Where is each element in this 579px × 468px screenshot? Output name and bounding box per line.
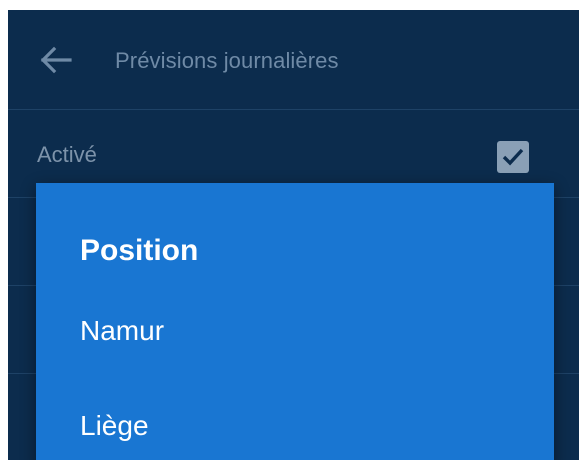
enabled-label: Activé [37,142,97,167]
arrow-left-icon[interactable] [40,46,72,74]
option-namur[interactable]: Namur [36,303,554,363]
app-bar: Prévisions journalières [8,10,579,110]
page-title: Prévisions journalières [115,48,339,73]
option-label: Namur [80,315,165,346]
settings-screen: Prévisions journalières Activé Position … [8,10,579,460]
option-label: Liège [80,410,149,441]
enabled-checkbox[interactable] [497,141,529,173]
dialog-title: Position [80,234,199,267]
option-liege[interactable]: Liège [36,398,554,458]
check-icon [502,148,524,166]
position-dialog: Position Namur Liège [36,183,554,460]
